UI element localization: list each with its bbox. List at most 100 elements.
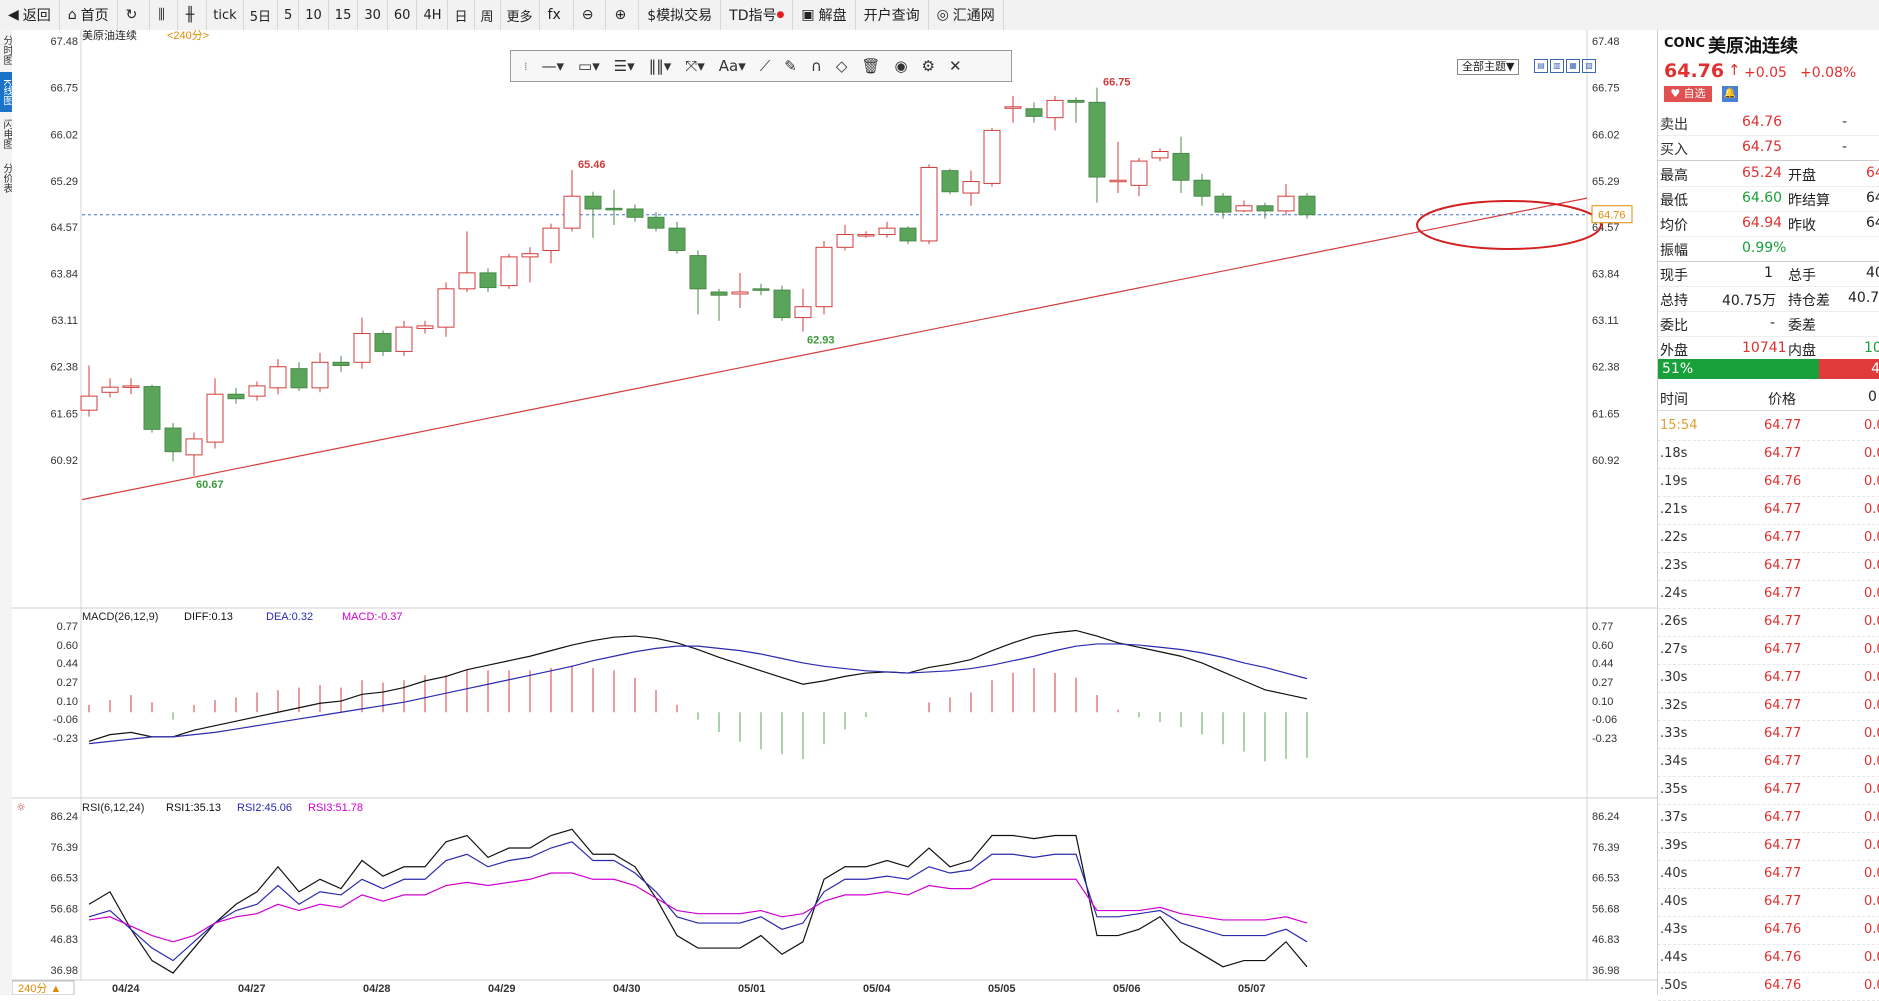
macd-dea-label: DEA:0.32 [266, 611, 313, 623]
fx678-button[interactable]: ◎ 汇通网 [929, 0, 1004, 30]
period-selector-button[interactable]: 240分 ▲ [18, 982, 61, 995]
period-week[interactable]: 周 [475, 0, 501, 30]
sim-trade-button[interactable]: $模拟交易 [639, 0, 722, 30]
period-30[interactable]: 30 [358, 0, 388, 30]
home-button[interactable]: ⌂ 首页 [60, 0, 118, 30]
kline-chart-svg[interactable]: 美原油连续 <240分> 67.48 66.75 66.02 65.29 64.57 63… [12, 30, 1657, 995]
macd-tick-right: 0.60 [1592, 640, 1613, 652]
home-icon: ⌂ [67, 7, 77, 23]
text-tool-icon[interactable]: Aa▾ [719, 57, 746, 75]
price-tick-left: 67.48 [50, 36, 78, 48]
close-icon[interactable]: ✕ [949, 57, 962, 75]
refresh-button[interactable]: ↻ [118, 0, 151, 30]
account-query-button[interactable]: 开户查询 [856, 0, 929, 30]
rsi-tick-right: 86.24 [1592, 811, 1620, 823]
panel-btn-3-icon[interactable]: ▦ [1566, 59, 1580, 73]
period-5day[interactable]: 5日 [244, 0, 278, 30]
add-favorite-button[interactable]: ♥ 自选 [1664, 86, 1712, 102]
sell-row: 卖出 64.76 - [1658, 110, 1879, 136]
line-chart-button[interactable]: ⫼ [150, 0, 178, 30]
rsi-tick-right: 46.83 [1592, 934, 1620, 946]
back-button[interactable]: ◀ 返回 [0, 0, 60, 30]
candle-body [542, 227, 560, 252]
panel-btn-4-icon[interactable]: ▧ [1582, 59, 1596, 73]
low-annotation: 60.67 [196, 479, 224, 491]
quote-panel: CONC 美原油连续 64.76 ↑ +0.05 +0.08% ♥ 自选 🔔 卖… [1657, 30, 1879, 1001]
period-5[interactable]: 5 [278, 0, 300, 30]
channel-tool-icon[interactable]: ☰▾ [614, 57, 635, 75]
macd-tick-right: 0.77 [1592, 621, 1613, 633]
period-10[interactable]: 10 [299, 0, 329, 30]
eraser-icon[interactable]: ◇ [836, 57, 848, 75]
theme-dropdown[interactable]: 全部主题▼ [1457, 59, 1520, 75]
tab-flash[interactable]: 闪电图 [0, 114, 12, 154]
tab-kline[interactable]: K线图 [0, 72, 12, 112]
zoom-in-button[interactable]: ⊕ [606, 0, 640, 30]
period-day[interactable]: 日 [448, 0, 475, 30]
candle-body [941, 170, 959, 193]
gear-icon[interactable]: ⚙ [922, 57, 935, 75]
x-tick-label: 04/28 [363, 983, 391, 995]
period-60[interactable]: 60 [388, 0, 418, 30]
table-row: .50s64.760.0 [1658, 972, 1879, 1001]
pencil-icon[interactable]: ✎ [784, 57, 797, 75]
td-signal-button[interactable]: TD指号 ● [721, 0, 794, 30]
candle-body [521, 253, 539, 258]
formula-button[interactable]: fx [540, 0, 574, 30]
rectangle-tool-icon[interactable]: ▭▾ [578, 57, 600, 75]
table-row: .18s64.770.0 [1658, 440, 1879, 469]
table-row: .21s64.770.0 [1658, 496, 1879, 525]
pattern-tool-icon[interactable]: ⤧▾ [685, 57, 705, 75]
chart-area[interactable]: 美原油连续 <240分> 67.48 66.75 66.02 65.29 64.57 63… [12, 30, 1657, 995]
magnet-icon[interactable]: ∩ [811, 57, 822, 75]
period-15[interactable]: 15 [329, 0, 359, 30]
candlestick-icon: ╫ [185, 7, 195, 23]
period-more[interactable]: 更多 [501, 0, 540, 30]
chat-icon: ▣ [801, 7, 815, 23]
period-4h[interactable]: 4H [417, 0, 449, 30]
buy-row: 买入 64.75 - [1658, 135, 1879, 161]
alert-bell-icon[interactable]: 🔔 [1722, 86, 1738, 102]
macd-diff-label: DIFF:0.13 [184, 611, 233, 623]
chart-title: 美原油连续 [82, 30, 137, 42]
price-tick-right: 63.11 [1592, 315, 1619, 327]
candle-body [1151, 150, 1169, 159]
drag-handle-icon[interactable]: ⁞ [524, 60, 528, 73]
kline-button[interactable]: ╫ [178, 0, 208, 30]
tab-timeshare[interactable]: 分时图 [0, 30, 12, 70]
candle-body [353, 333, 371, 363]
fx-icon: fx [547, 7, 561, 23]
price-change: +0.05 [1744, 65, 1787, 81]
candle-body [311, 361, 329, 389]
rsi-settings-icon[interactable]: ☼ [16, 801, 26, 814]
fib-tool-icon[interactable]: ‖‖▾ [649, 57, 672, 75]
panel-btn-1-icon[interactable]: ▤ [1534, 59, 1548, 73]
candle-body [731, 291, 749, 295]
trash-icon[interactable]: 🗑 [861, 57, 880, 75]
candle-body [836, 234, 854, 248]
candle-body [500, 256, 518, 287]
candle-body [1109, 179, 1127, 183]
period-tick[interactable]: tick [207, 0, 244, 30]
ruler-icon[interactable]: ⟋ [760, 57, 771, 75]
table-row: .23s64.770.0 [1658, 552, 1879, 581]
panel-btn-2-icon[interactable]: ▥ [1550, 59, 1564, 73]
low-settle-row: 最低 64.60 昨结算 64 [1658, 186, 1879, 212]
tab-price-table[interactable]: 分价表 [0, 156, 12, 200]
table-row: .26s64.770.0 [1658, 608, 1879, 637]
candle-body [395, 326, 413, 352]
analysis-button[interactable]: ▣ 解盘 [793, 0, 856, 30]
macd-tick-left: 0.77 [57, 621, 78, 633]
candle-body [983, 129, 1001, 184]
buy-sell-ratio-bar: 51% 4 [1658, 359, 1879, 379]
symbol-name: 美原油连续 [1708, 36, 1798, 57]
line-tool-icon[interactable]: —▾ [542, 57, 565, 75]
candle-body [689, 255, 707, 290]
price-tick-left: 62.38 [50, 362, 78, 374]
price-tick-left: 63.11 [51, 315, 78, 327]
zoom-out-button[interactable]: ⊖ [574, 0, 607, 30]
candle-body [1193, 179, 1211, 197]
candle-body [1298, 195, 1316, 216]
line-chart-icon: ⫼ [158, 7, 165, 23]
eye-icon[interactable]: ◉ [894, 57, 907, 75]
